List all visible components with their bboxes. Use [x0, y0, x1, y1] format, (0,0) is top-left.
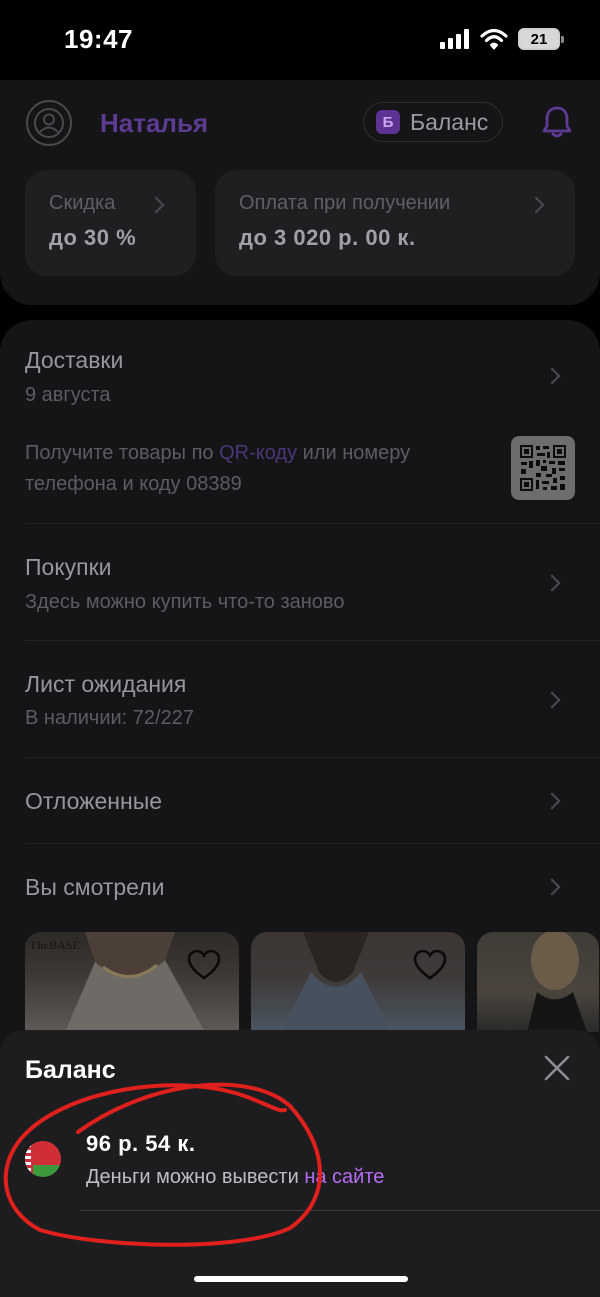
battery-icon: 21: [518, 28, 564, 50]
product-image: [65, 932, 205, 1032]
qr-code-link[interactable]: QR-коду: [219, 442, 297, 464]
cod-card-value: до 3 020 р. 00 к.: [239, 225, 416, 250]
favorite-heart-icon[interactable]: [187, 950, 221, 980]
product-thumbnail[interactable]: TheBASE: [25, 932, 239, 1032]
product-thumbnail[interactable]: [251, 932, 465, 1032]
product-image: [527, 932, 587, 1032]
balance-badge-icon: Б: [376, 110, 400, 134]
balance-button[interactable]: Б Баланс: [363, 102, 504, 142]
postponed-title: Отложенные: [25, 788, 163, 814]
discount-card-value: до 30 %: [49, 225, 137, 250]
qr-code-button[interactable]: [511, 436, 575, 500]
deliveries-date: 9 августа: [25, 384, 111, 406]
divider: [25, 843, 600, 844]
avatar-button[interactable]: [26, 100, 72, 146]
viewed-title: Вы смотрели: [25, 874, 165, 900]
status-icons: 21: [440, 28, 564, 50]
product-image: [281, 932, 391, 1032]
balance-note-text: Деньги можно вывести: [86, 1166, 305, 1188]
qr-hint-text: Получите товары по: [25, 442, 220, 464]
divider: [80, 1210, 600, 1211]
balance-note: Деньги можно вывести на сайте: [86, 1166, 384, 1189]
divider: [25, 757, 600, 758]
purchases-subtitle: Здесь можно купить что-то заново: [25, 591, 345, 613]
waitlist-subtitle: В наличии: 72/227: [25, 707, 194, 729]
user-icon: [34, 108, 64, 138]
withdraw-on-site-link[interactable]: на сайте: [304, 1166, 384, 1188]
wifi-icon: [480, 28, 508, 50]
divider: [25, 640, 600, 641]
deliveries-qr-hint: Получите товары по QR-коду или номеру те…: [25, 438, 495, 500]
home-indicator[interactable]: [194, 1276, 408, 1282]
status-bar: 19:47 21: [0, 0, 600, 80]
cellular-signal-icon: [440, 29, 469, 49]
close-icon[interactable]: [544, 1055, 570, 1081]
waitlist-title: Лист ожидания: [25, 671, 187, 697]
divider: [25, 523, 600, 524]
viewed-products-carousel[interactable]: TheBASE: [25, 932, 599, 1032]
belarus-flag-icon: [25, 1141, 61, 1177]
notifications-bell-icon[interactable]: [540, 104, 574, 140]
balance-button-label: Баланс: [410, 108, 489, 135]
sheet-title: Баланс: [25, 1056, 116, 1084]
purchases-title: Покупки: [25, 554, 112, 580]
qr-code-icon: [519, 444, 567, 492]
discount-card[interactable]: Скидка до 30 %: [25, 170, 196, 276]
status-time: 19:47: [64, 24, 133, 54]
product-thumbnail[interactable]: [477, 932, 599, 1032]
battery-level: 21: [530, 30, 548, 48]
balance-amount: 96 р. 54 к.: [86, 1131, 196, 1156]
user-name[interactable]: Наталья: [100, 108, 208, 139]
deliveries-title: Доставки: [25, 347, 124, 373]
favorite-heart-icon[interactable]: [413, 950, 447, 980]
cod-card-title: Оплата при получении: [239, 192, 451, 214]
cod-card[interactable]: Оплата при получении до 3 020 р. 00 к.: [215, 170, 575, 276]
